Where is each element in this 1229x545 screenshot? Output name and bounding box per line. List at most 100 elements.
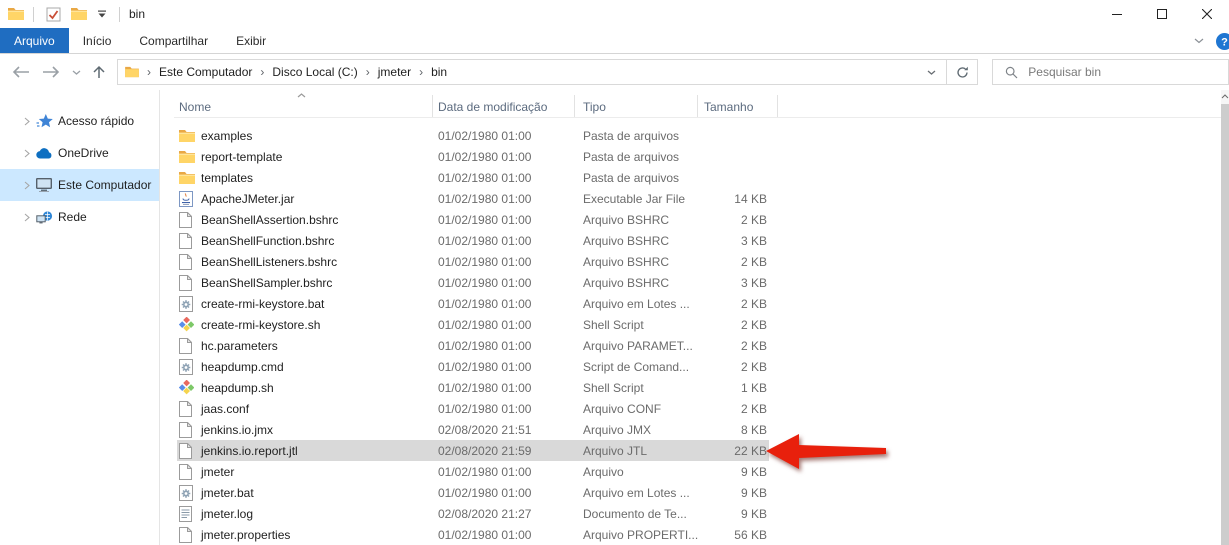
file-row[interactable]: templates 01/02/1980 01:00 Pasta de arqu… [177,167,769,188]
file-type: Arquivo em Lotes ... [583,293,690,314]
search-input[interactable] [1028,65,1228,79]
vertical-scrollbar[interactable] [1221,90,1229,545]
file-row[interactable]: BeanShellAssertion.bshrc 01/02/1980 01:0… [177,209,769,230]
file-row[interactable]: jmeter.bat 01/02/1980 01:00 Arquivo em L… [177,482,769,503]
address-bar[interactable]: ›Este Computador›Disco Local (C:)›jmeter… [117,59,978,85]
file-row[interactable]: BeanShellListeners.bshrc 01/02/1980 01:0… [177,251,769,272]
breadcrumb-item[interactable]: ›Este Computador [139,65,252,79]
breadcrumb-chevron-icon: › [252,65,272,79]
red-arrow-annotation [765,431,887,471]
file-size: 2 KB [741,398,767,419]
file-name: examples [201,125,252,146]
breadcrumb-item[interactable]: ›jmeter [358,65,411,79]
sidebar-item[interactable]: OneDrive [0,137,159,169]
tab-label: Exibir [236,34,266,48]
file-modified-date: 01/02/1980 01:00 [438,188,531,209]
forward-arrow-icon [42,66,60,78]
column-header-name[interactable]: Nome [179,100,211,114]
minimize-button[interactable] [1094,0,1139,28]
file-row[interactable]: heapdump.sh 01/02/1980 01:00 Shell Scrip… [177,377,769,398]
new-folder-icon [71,7,87,21]
column-resize-handle[interactable] [777,95,778,117]
expand-chevron-icon[interactable] [24,181,36,190]
up-button[interactable] [89,61,109,83]
ribbon-tab[interactable]: Início [69,28,126,53]
scrollbar-thumb[interactable] [1221,104,1229,545]
qat-customize-dropdown[interactable] [92,8,112,20]
ribbon-tab[interactable]: Arquivo [0,28,69,53]
file-row[interactable]: jaas.conf 01/02/1980 01:00 Arquivo CONF … [177,398,769,419]
network-icon [36,211,55,224]
file-row[interactable]: heapdump.cmd 01/02/1980 01:00 Script de … [177,356,769,377]
file-size: 9 KB [741,503,767,524]
file-type: Arquivo BSHRC [583,251,669,272]
breadcrumb: ›Este Computador›Disco Local (C:)›jmeter… [139,65,916,79]
maximize-icon [1157,9,1167,19]
file-row[interactable]: create-rmi-keystore.bat 01/02/1980 01:00… [177,293,769,314]
recent-locations-dropdown[interactable] [68,66,85,79]
help-button[interactable]: ? [1216,33,1229,50]
column-header-type[interactable]: Tipo [583,100,606,114]
file-row[interactable]: jmeter.properties 01/02/1980 01:00 Arqui… [177,524,769,545]
file-row[interactable]: jmeter.log 02/08/2020 21:27 Documento de… [177,503,769,524]
file-modified-date: 01/02/1980 01:00 [438,398,531,419]
qat-properties-button[interactable] [41,5,66,24]
file-size: 2 KB [741,293,767,314]
breadcrumb-item[interactable]: ›Disco Local (C:) [252,65,357,79]
file-modified-date: 01/02/1980 01:00 [438,482,531,503]
address-dropdown-button[interactable] [916,60,946,84]
ribbon-tab[interactable]: Exibir [222,28,280,53]
file-name: heapdump.cmd [201,356,284,377]
column-resize-handle[interactable] [574,95,575,117]
ribbon-tab[interactable]: Compartilhar [125,28,222,53]
qat-new-folder-button[interactable] [66,5,92,23]
file-row[interactable]: jenkins.io.jmx 02/08/2020 21:51 Arquivo … [177,419,769,440]
column-header-size[interactable]: Tamanho [704,100,753,114]
forward-button[interactable] [38,62,64,82]
refresh-button[interactable] [947,60,977,84]
file-modified-date: 01/02/1980 01:00 [438,335,531,356]
window-title: bin [129,7,145,21]
close-button[interactable] [1184,0,1229,28]
file-row[interactable]: examples 01/02/1980 01:00 Pasta de arqui… [177,125,769,146]
sidebar-item-label: OneDrive [58,146,109,160]
file-type: Executable Jar File [583,188,685,209]
file-type: Arquivo [583,461,624,482]
search-icon [1005,66,1018,79]
sidebar-item[interactable]: Este Computador [0,169,159,201]
back-button[interactable] [8,62,34,82]
sidebar-item-label: Rede [58,210,87,224]
file-modified-date: 01/02/1980 01:00 [438,209,531,230]
file-row[interactable]: BeanShellSampler.bshrc 01/02/1980 01:00 … [177,272,769,293]
tab-label: Compartilhar [139,34,208,48]
expand-chevron-icon[interactable] [24,213,36,222]
shell-icon [179,314,197,335]
file-row[interactable]: jenkins.io.report.jtl 02/08/2020 21:59 A… [177,440,769,461]
file-row[interactable]: create-rmi-keystore.sh 01/02/1980 01:00 … [177,314,769,335]
sidebar-item[interactable]: Acesso rápido [0,105,159,137]
file-modified-date: 01/02/1980 01:00 [438,251,531,272]
column-resize-handle[interactable] [697,95,698,117]
file-row[interactable]: ApacheJMeter.jar 01/02/1980 01:00 Execut… [177,188,769,209]
breadcrumb-item[interactable]: ›bin [411,65,447,79]
expand-ribbon-button[interactable] [1194,38,1204,44]
file-row[interactable]: hc.parameters 01/02/1980 01:00 Arquivo P… [177,335,769,356]
expand-chevron-icon[interactable] [24,149,36,158]
column-resize-handle[interactable] [432,95,433,117]
file-name: create-rmi-keystore.bat [201,293,324,314]
file-name: BeanShellFunction.bshrc [201,230,334,251]
file-size: 3 KB [741,272,767,293]
sidebar-item[interactable]: Rede [0,201,159,233]
file-row[interactable]: report-template 01/02/1980 01:00 Pasta d… [177,146,769,167]
file-size: 56 KB [734,524,767,545]
header-divider [174,117,1223,118]
customize-dropdown-icon [97,10,107,18]
scroll-up-icon[interactable] [1221,90,1229,103]
expand-chevron-icon[interactable] [24,117,36,126]
column-header-modified[interactable]: Data de modificação [438,100,547,114]
file-row[interactable]: BeanShellFunction.bshrc 01/02/1980 01:00… [177,230,769,251]
file-name: create-rmi-keystore.sh [201,314,320,335]
file-row[interactable]: jmeter 01/02/1980 01:00 Arquivo 9 KB [177,461,769,482]
file-type: Shell Script [583,314,644,335]
maximize-button[interactable] [1139,0,1184,28]
